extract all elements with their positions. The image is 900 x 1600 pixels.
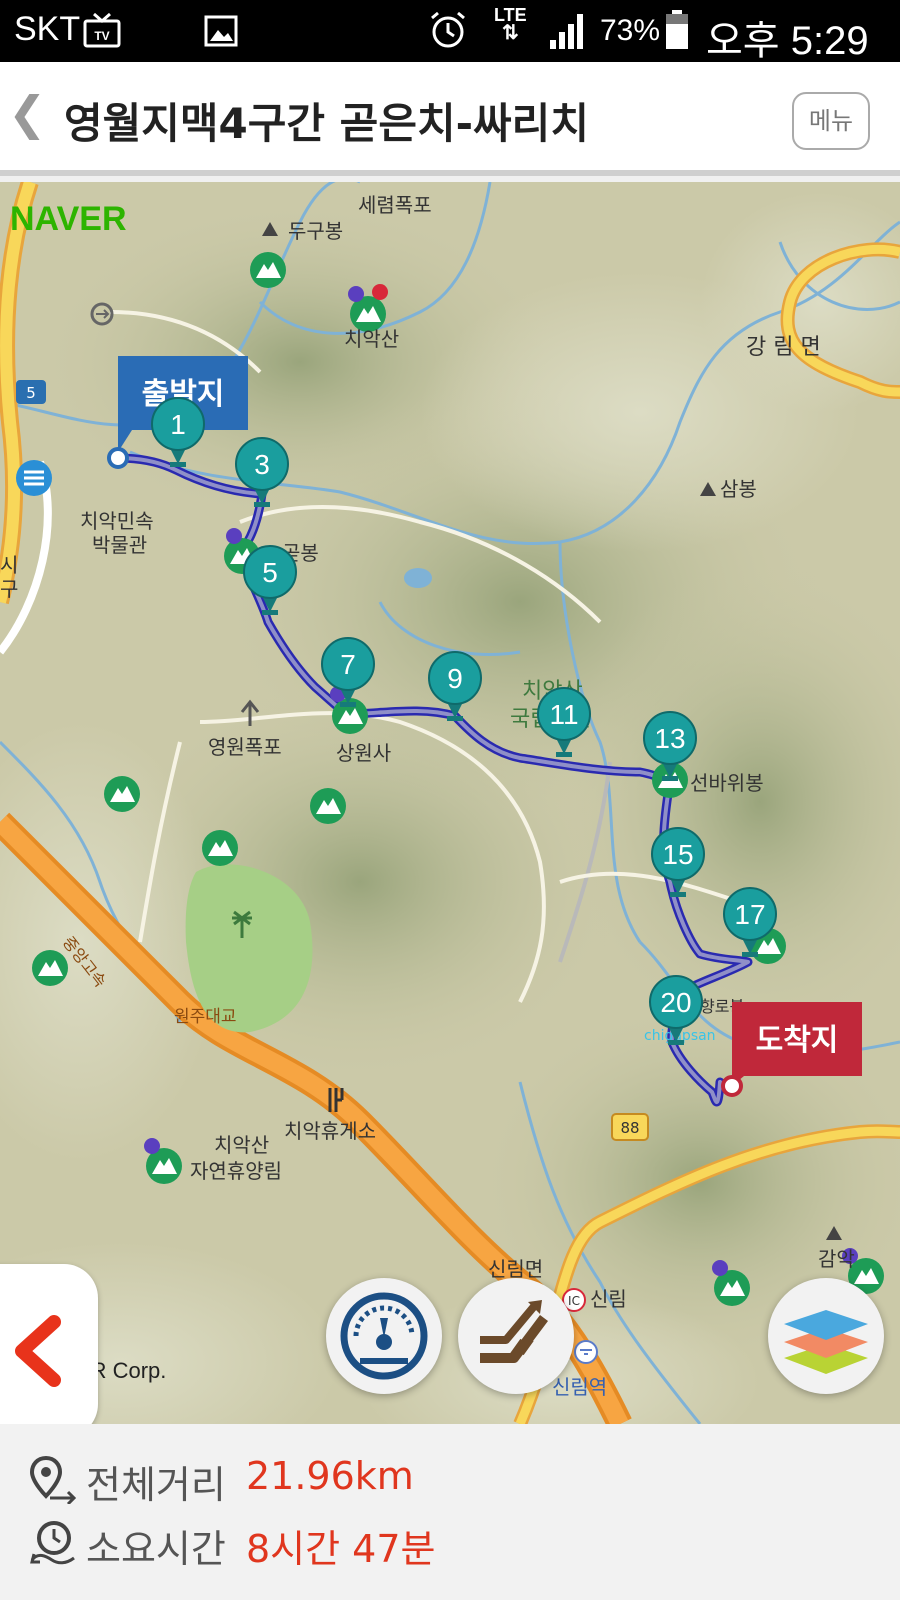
place-label: 선바위봉	[690, 771, 764, 795]
lte-icon: LTE ⇅	[494, 5, 527, 44]
road-shield: 5	[16, 380, 46, 404]
mountain-icon[interactable]	[104, 776, 140, 812]
image-icon	[204, 15, 238, 47]
naver-logo: NAVER	[10, 200, 127, 238]
distance-label: 전체거리	[86, 1463, 226, 1507]
app-header: ❮ 영월지맥4구간 곧은치-싸리치 메뉴	[0, 62, 900, 176]
place-label: 치악민속	[80, 509, 154, 533]
map-view[interactable]: 5 88 IC 세렴폭포 두구봉 치악산 강 림 면 삼봉 치악민속 박물관 곧…	[0, 182, 900, 1424]
waypoint-label: 3	[254, 449, 270, 480]
station-icon	[574, 1340, 598, 1364]
place-label: 원주대교	[174, 1007, 237, 1027]
place-label: 시	[0, 553, 18, 577]
route-summary: 전체거리 21.96km 소요시간 8시간 47분	[0, 1424, 900, 1600]
road-shield: 88	[611, 1113, 649, 1141]
clock-icon	[30, 1521, 75, 1565]
signal-icon	[550, 14, 583, 49]
rest-area-icon	[16, 460, 52, 496]
mountain-icon[interactable]	[310, 788, 346, 824]
place-label: 두구봉	[288, 219, 343, 243]
place-label: 상원사	[336, 741, 391, 765]
mountain-icon[interactable]	[202, 830, 238, 866]
place-label: 박물관	[92, 533, 147, 557]
elevation-icon	[480, 1300, 548, 1363]
chevron-left-icon	[15, 1315, 61, 1387]
place-label: 치악산	[214, 1133, 269, 1157]
waypoint-label: 20	[660, 987, 691, 1018]
map-pin-distance-icon	[29, 1455, 77, 1504]
waypoint-label: 9	[447, 663, 463, 694]
place-label: 자연휴양림	[190, 1159, 282, 1183]
place-label: 구	[0, 577, 18, 601]
distance-value: 21.96km	[246, 1454, 414, 1498]
place-label: 치악산	[344, 327, 399, 351]
waypoint-label: 5	[262, 557, 278, 588]
place-label: 삼봉	[720, 477, 757, 501]
place-label: 감악	[818, 1247, 855, 1271]
alarm-icon	[431, 11, 465, 48]
mountain-icon[interactable]	[250, 252, 286, 288]
place-label: 세렴폭포	[358, 193, 432, 217]
layers-button[interactable]	[768, 1278, 884, 1394]
time-value: 8시간 47분	[246, 1527, 436, 1571]
battery-icon	[666, 10, 688, 49]
waypoint-label: 15	[662, 839, 693, 870]
waypoint-label: 13	[654, 723, 685, 754]
place-label: 신림	[590, 1287, 627, 1311]
tv-icon: TV	[83, 12, 121, 48]
status-bar: SKT TV LTE ⇅ 73% 오후 5:29	[0, 0, 900, 63]
waypoint-label: 1	[170, 409, 186, 440]
place-label: 강 림 면	[746, 335, 821, 360]
battery-percent: 73%	[600, 14, 661, 47]
svg-text:88: 88	[620, 1119, 639, 1137]
waypoint-label: 17	[734, 899, 765, 930]
elevation-button[interactable]	[458, 1278, 574, 1394]
svg-text:도착지: 도착지	[756, 1023, 839, 1058]
waypoint-label: 7	[340, 649, 356, 680]
page-title: 영월지맥4구간 곧은치-싸리치	[64, 99, 589, 148]
speedometer-button[interactable]	[326, 1278, 442, 1394]
clock: 오후 5:29	[706, 19, 869, 63]
mountain-icon[interactable]	[32, 950, 68, 986]
waypoint-label: 11	[549, 699, 578, 730]
side-panel-toggle[interactable]	[0, 1264, 98, 1424]
speedometer-icon	[340, 1292, 428, 1380]
map-canvas[interactable]: 5 88 IC 세렴폭포 두구봉 치악산 강 림 면 삼봉 치악민속 박물관 곧…	[0, 182, 900, 1424]
carrier-label: SKT	[14, 10, 81, 48]
menu-button[interactable]: 메뉴	[792, 92, 870, 150]
place-label: 치악휴게소	[284, 1119, 376, 1143]
back-chevron-icon[interactable]: ❮	[8, 86, 47, 140]
svg-text:5: 5	[26, 384, 36, 402]
layers-icon	[784, 1310, 868, 1374]
time-label: 소요시간	[86, 1527, 226, 1571]
svg-text:TV: TV	[94, 29, 109, 43]
place-label: 영원폭포	[208, 735, 282, 759]
